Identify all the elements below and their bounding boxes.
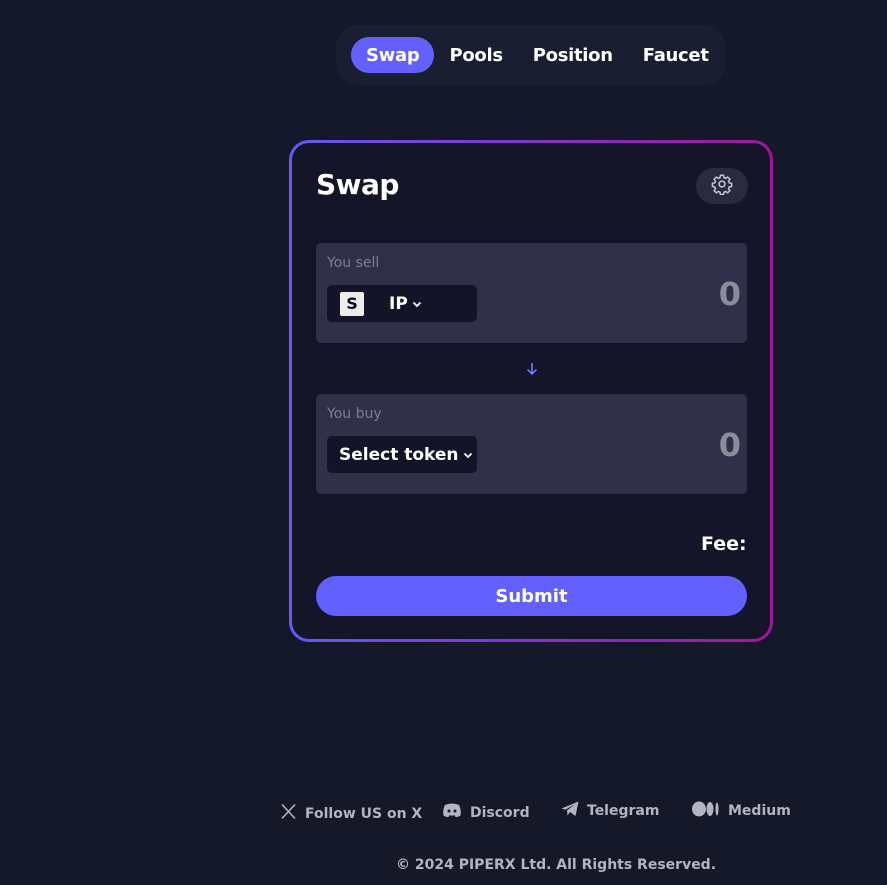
gear-icon bbox=[711, 173, 733, 199]
telegram-icon bbox=[561, 801, 579, 821]
fee-label: Fee: bbox=[701, 533, 747, 555]
footer-link-label: Telegram bbox=[587, 803, 660, 819]
sell-token-label: IP bbox=[389, 293, 408, 314]
sell-amount-input[interactable] bbox=[541, 275, 741, 313]
copyright-text: © 2024 PIPERX Ltd. All Rights Reserved. bbox=[396, 857, 717, 873]
footer-link-x[interactable]: Follow US on X bbox=[280, 803, 422, 824]
discord-icon bbox=[442, 803, 462, 822]
arrow-down-icon bbox=[526, 361, 538, 380]
footer-link-medium[interactable]: Medium bbox=[692, 801, 791, 821]
medium-icon bbox=[692, 801, 720, 821]
swap-title: Swap bbox=[316, 168, 399, 201]
buy-token-select[interactable]: Select token bbox=[327, 436, 477, 473]
x-icon bbox=[280, 803, 297, 824]
submit-button[interactable]: Submit bbox=[316, 576, 747, 616]
settings-button[interactable] bbox=[696, 168, 748, 204]
tab-faucet[interactable]: Faucet bbox=[628, 37, 724, 73]
tab-pools[interactable]: Pools bbox=[434, 37, 517, 73]
sell-token-select[interactable]: S IP bbox=[327, 285, 477, 322]
chevron-down-icon bbox=[463, 445, 473, 465]
footer-link-label: Medium bbox=[728, 803, 791, 819]
swap-card: Swap You sell S IP 0 You buy Select toke… bbox=[292, 143, 770, 639]
tab-swap[interactable]: Swap bbox=[351, 37, 435, 73]
footer-link-telegram[interactable]: Telegram bbox=[561, 801, 659, 821]
buy-token-label: Select token bbox=[339, 444, 459, 465]
top-nav: Swap Pools Position Faucet bbox=[336, 25, 726, 85]
switch-direction-button[interactable] bbox=[526, 361, 538, 380]
sell-panel: You sell S IP bbox=[316, 243, 747, 343]
chevron-down-icon bbox=[412, 294, 422, 314]
sell-label: You sell bbox=[327, 255, 380, 271]
footer-link-label: Follow US on X bbox=[305, 805, 423, 822]
footer-link-discord[interactable]: Discord bbox=[442, 803, 530, 822]
token-logo: S bbox=[340, 291, 364, 316]
buy-label: You buy bbox=[327, 406, 382, 422]
buy-panel: You buy Select token bbox=[316, 394, 747, 494]
footer-link-label: Discord bbox=[470, 804, 530, 821]
footer-links: Follow US on X Discord Telegram Medium bbox=[0, 801, 887, 829]
tab-position[interactable]: Position bbox=[518, 37, 628, 73]
buy-amount-input[interactable] bbox=[541, 426, 741, 464]
swap-card-border: Swap You sell S IP 0 You buy Select toke… bbox=[289, 140, 773, 642]
